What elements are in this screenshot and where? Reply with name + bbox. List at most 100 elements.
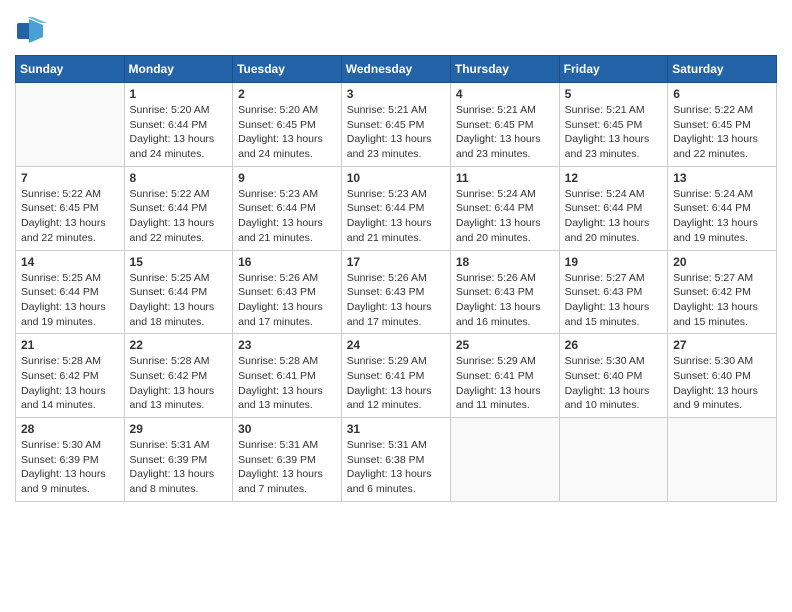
day-cell: 17 Sunrise: 5:26 AM Sunset: 6:43 PM Dayli… — [341, 250, 450, 334]
day-cell — [16, 83, 125, 167]
day-cell: 24Sunrise: 5:29 AM Sunset: 6:41 PM Dayli… — [341, 334, 450, 418]
day-number: 6 — [673, 87, 771, 101]
days-header-row: SundayMondayTuesdayWednesdayThursdayFrid… — [16, 56, 777, 83]
day-info: Sunrise: 5:22 AM Sunset: 6:45 PM Dayligh… — [21, 187, 119, 246]
day-info: Sunrise: 5:24 AM Sunset: 6:44 PM Dayligh… — [565, 187, 663, 246]
day-info: Sunrise: 5:26 AM Sunset: 6:43 PM Dayligh… — [238, 271, 336, 330]
day-header-sunday: Sunday — [16, 56, 125, 83]
day-number: 11 — [456, 171, 554, 185]
day-info: Sunrise: 5:24 AM Sunset: 6:44 PM Dayligh… — [456, 187, 554, 246]
day-info: Sunrise: 5:23 AM Sunset: 6:44 PM Dayligh… — [347, 187, 445, 246]
week-row-2: 7 Sunrise: 5:22 AM Sunset: 6:45 PM Daylig… — [16, 166, 777, 250]
day-info: Sunrise: 5:21 AM Sunset: 6:45 PM Dayligh… — [347, 103, 445, 162]
day-cell: 29Sunrise: 5:31 AM Sunset: 6:39 PM Dayli… — [124, 418, 233, 502]
day-cell: 1 Sunrise: 5:20 AM Sunset: 6:44 PM Daylig… — [124, 83, 233, 167]
day-header-thursday: Thursday — [450, 56, 559, 83]
day-info: Sunrise: 5:22 AM Sunset: 6:44 PM Dayligh… — [130, 187, 228, 246]
day-info: Sunrise: 5:29 AM Sunset: 6:41 PM Dayligh… — [347, 354, 445, 413]
day-header-tuesday: Tuesday — [233, 56, 342, 83]
day-number: 21 — [21, 338, 119, 352]
day-header-saturday: Saturday — [668, 56, 777, 83]
day-info: Sunrise: 5:29 AM Sunset: 6:41 PM Dayligh… — [456, 354, 554, 413]
day-number: 25 — [456, 338, 554, 352]
day-number: 12 — [565, 171, 663, 185]
day-info: Sunrise: 5:28 AM Sunset: 6:42 PM Dayligh… — [130, 354, 228, 413]
day-cell: 27 Sunrise: 5:30 AM Sunset: 6:40 PM Dayli… — [668, 334, 777, 418]
day-cell: 11 Sunrise: 5:24 AM Sunset: 6:44 PM Dayli… — [450, 166, 559, 250]
day-number: 8 — [130, 171, 228, 185]
day-info: Sunrise: 5:25 AM Sunset: 6:44 PM Dayligh… — [21, 271, 119, 330]
day-cell: 26Sunrise: 5:30 AM Sunset: 6:40 PM Dayli… — [559, 334, 668, 418]
day-cell — [559, 418, 668, 502]
day-number: 19 — [565, 255, 663, 269]
day-cell: 2 Sunrise: 5:20 AM Sunset: 6:45 PM Daylig… — [233, 83, 342, 167]
day-cell: 8 Sunrise: 5:22 AM Sunset: 6:44 PM Daylig… — [124, 166, 233, 250]
logo — [15, 15, 51, 47]
day-cell: 12 Sunrise: 5:24 AM Sunset: 6:44 PM Dayli… — [559, 166, 668, 250]
day-info: Sunrise: 5:21 AM Sunset: 6:45 PM Dayligh… — [565, 103, 663, 162]
day-cell: 14Sunrise: 5:25 AM Sunset: 6:44 PM Dayli… — [16, 250, 125, 334]
day-number: 3 — [347, 87, 445, 101]
week-row-5: 28 Sunrise: 5:30 AM Sunset: 6:39 PM Dayli… — [16, 418, 777, 502]
page-header — [15, 15, 777, 47]
day-info: Sunrise: 5:25 AM Sunset: 6:44 PM Dayligh… — [130, 271, 228, 330]
day-number: 18 — [456, 255, 554, 269]
day-header-monday: Monday — [124, 56, 233, 83]
day-number: 27 — [673, 338, 771, 352]
day-number: 28 — [21, 422, 119, 436]
day-cell — [450, 418, 559, 502]
day-cell — [668, 418, 777, 502]
day-number: 1 — [130, 87, 228, 101]
day-info: Sunrise: 5:31 AM Sunset: 6:38 PM Dayligh… — [347, 438, 445, 497]
day-cell: 28 Sunrise: 5:30 AM Sunset: 6:39 PM Dayli… — [16, 418, 125, 502]
day-info: Sunrise: 5:31 AM Sunset: 6:39 PM Dayligh… — [130, 438, 228, 497]
day-number: 2 — [238, 87, 336, 101]
day-cell: 19Sunrise: 5:27 AM Sunset: 6:43 PM Dayli… — [559, 250, 668, 334]
day-cell: 23Sunrise: 5:28 AM Sunset: 6:41 PM Dayli… — [233, 334, 342, 418]
day-cell: 9Sunrise: 5:23 AM Sunset: 6:44 PM Daylig… — [233, 166, 342, 250]
day-header-wednesday: Wednesday — [341, 56, 450, 83]
day-number: 22 — [130, 338, 228, 352]
calendar-body: 1 Sunrise: 5:20 AM Sunset: 6:44 PM Daylig… — [16, 83, 777, 502]
day-number: 4 — [456, 87, 554, 101]
day-info: Sunrise: 5:26 AM Sunset: 6:43 PM Dayligh… — [347, 271, 445, 330]
calendar-table: SundayMondayTuesdayWednesdayThursdayFrid… — [15, 55, 777, 502]
day-cell: 25 Sunrise: 5:29 AM Sunset: 6:41 PM Dayli… — [450, 334, 559, 418]
day-cell: 20 Sunrise: 5:27 AM Sunset: 6:42 PM Dayli… — [668, 250, 777, 334]
day-number: 5 — [565, 87, 663, 101]
day-number: 7 — [21, 171, 119, 185]
week-row-1: 1 Sunrise: 5:20 AM Sunset: 6:44 PM Daylig… — [16, 83, 777, 167]
day-info: Sunrise: 5:31 AM Sunset: 6:39 PM Dayligh… — [238, 438, 336, 497]
day-info: Sunrise: 5:28 AM Sunset: 6:42 PM Dayligh… — [21, 354, 119, 413]
day-cell: 18 Sunrise: 5:26 AM Sunset: 6:43 PM Dayli… — [450, 250, 559, 334]
day-cell: 15 Sunrise: 5:25 AM Sunset: 6:44 PM Dayli… — [124, 250, 233, 334]
day-info: Sunrise: 5:20 AM Sunset: 6:44 PM Dayligh… — [130, 103, 228, 162]
day-info: Sunrise: 5:28 AM Sunset: 6:41 PM Dayligh… — [238, 354, 336, 413]
day-cell: 10 Sunrise: 5:23 AM Sunset: 6:44 PM Dayli… — [341, 166, 450, 250]
day-info: Sunrise: 5:22 AM Sunset: 6:45 PM Dayligh… — [673, 103, 771, 162]
day-info: Sunrise: 5:30 AM Sunset: 6:40 PM Dayligh… — [565, 354, 663, 413]
day-number: 20 — [673, 255, 771, 269]
day-cell: 13Sunrise: 5:24 AM Sunset: 6:44 PM Dayli… — [668, 166, 777, 250]
day-number: 17 — [347, 255, 445, 269]
day-number: 16 — [238, 255, 336, 269]
day-number: 10 — [347, 171, 445, 185]
day-cell: 7 Sunrise: 5:22 AM Sunset: 6:45 PM Daylig… — [16, 166, 125, 250]
day-cell: 3 Sunrise: 5:21 AM Sunset: 6:45 PM Daylig… — [341, 83, 450, 167]
day-info: Sunrise: 5:30 AM Sunset: 6:39 PM Dayligh… — [21, 438, 119, 497]
day-info: Sunrise: 5:20 AM Sunset: 6:45 PM Dayligh… — [238, 103, 336, 162]
logo-icon — [15, 15, 47, 47]
day-number: 31 — [347, 422, 445, 436]
day-cell: 21 Sunrise: 5:28 AM Sunset: 6:42 PM Dayli… — [16, 334, 125, 418]
day-info: Sunrise: 5:27 AM Sunset: 6:42 PM Dayligh… — [673, 271, 771, 330]
day-cell: 16 Sunrise: 5:26 AM Sunset: 6:43 PM Dayli… — [233, 250, 342, 334]
day-info: Sunrise: 5:24 AM Sunset: 6:44 PM Dayligh… — [673, 187, 771, 246]
week-row-3: 14Sunrise: 5:25 AM Sunset: 6:44 PM Dayli… — [16, 250, 777, 334]
day-info: Sunrise: 5:26 AM Sunset: 6:43 PM Dayligh… — [456, 271, 554, 330]
day-number: 30 — [238, 422, 336, 436]
day-info: Sunrise: 5:21 AM Sunset: 6:45 PM Dayligh… — [456, 103, 554, 162]
day-number: 15 — [130, 255, 228, 269]
day-info: Sunrise: 5:30 AM Sunset: 6:40 PM Dayligh… — [673, 354, 771, 413]
day-cell: 31 Sunrise: 5:31 AM Sunset: 6:38 PM Dayli… — [341, 418, 450, 502]
day-number: 9 — [238, 171, 336, 185]
